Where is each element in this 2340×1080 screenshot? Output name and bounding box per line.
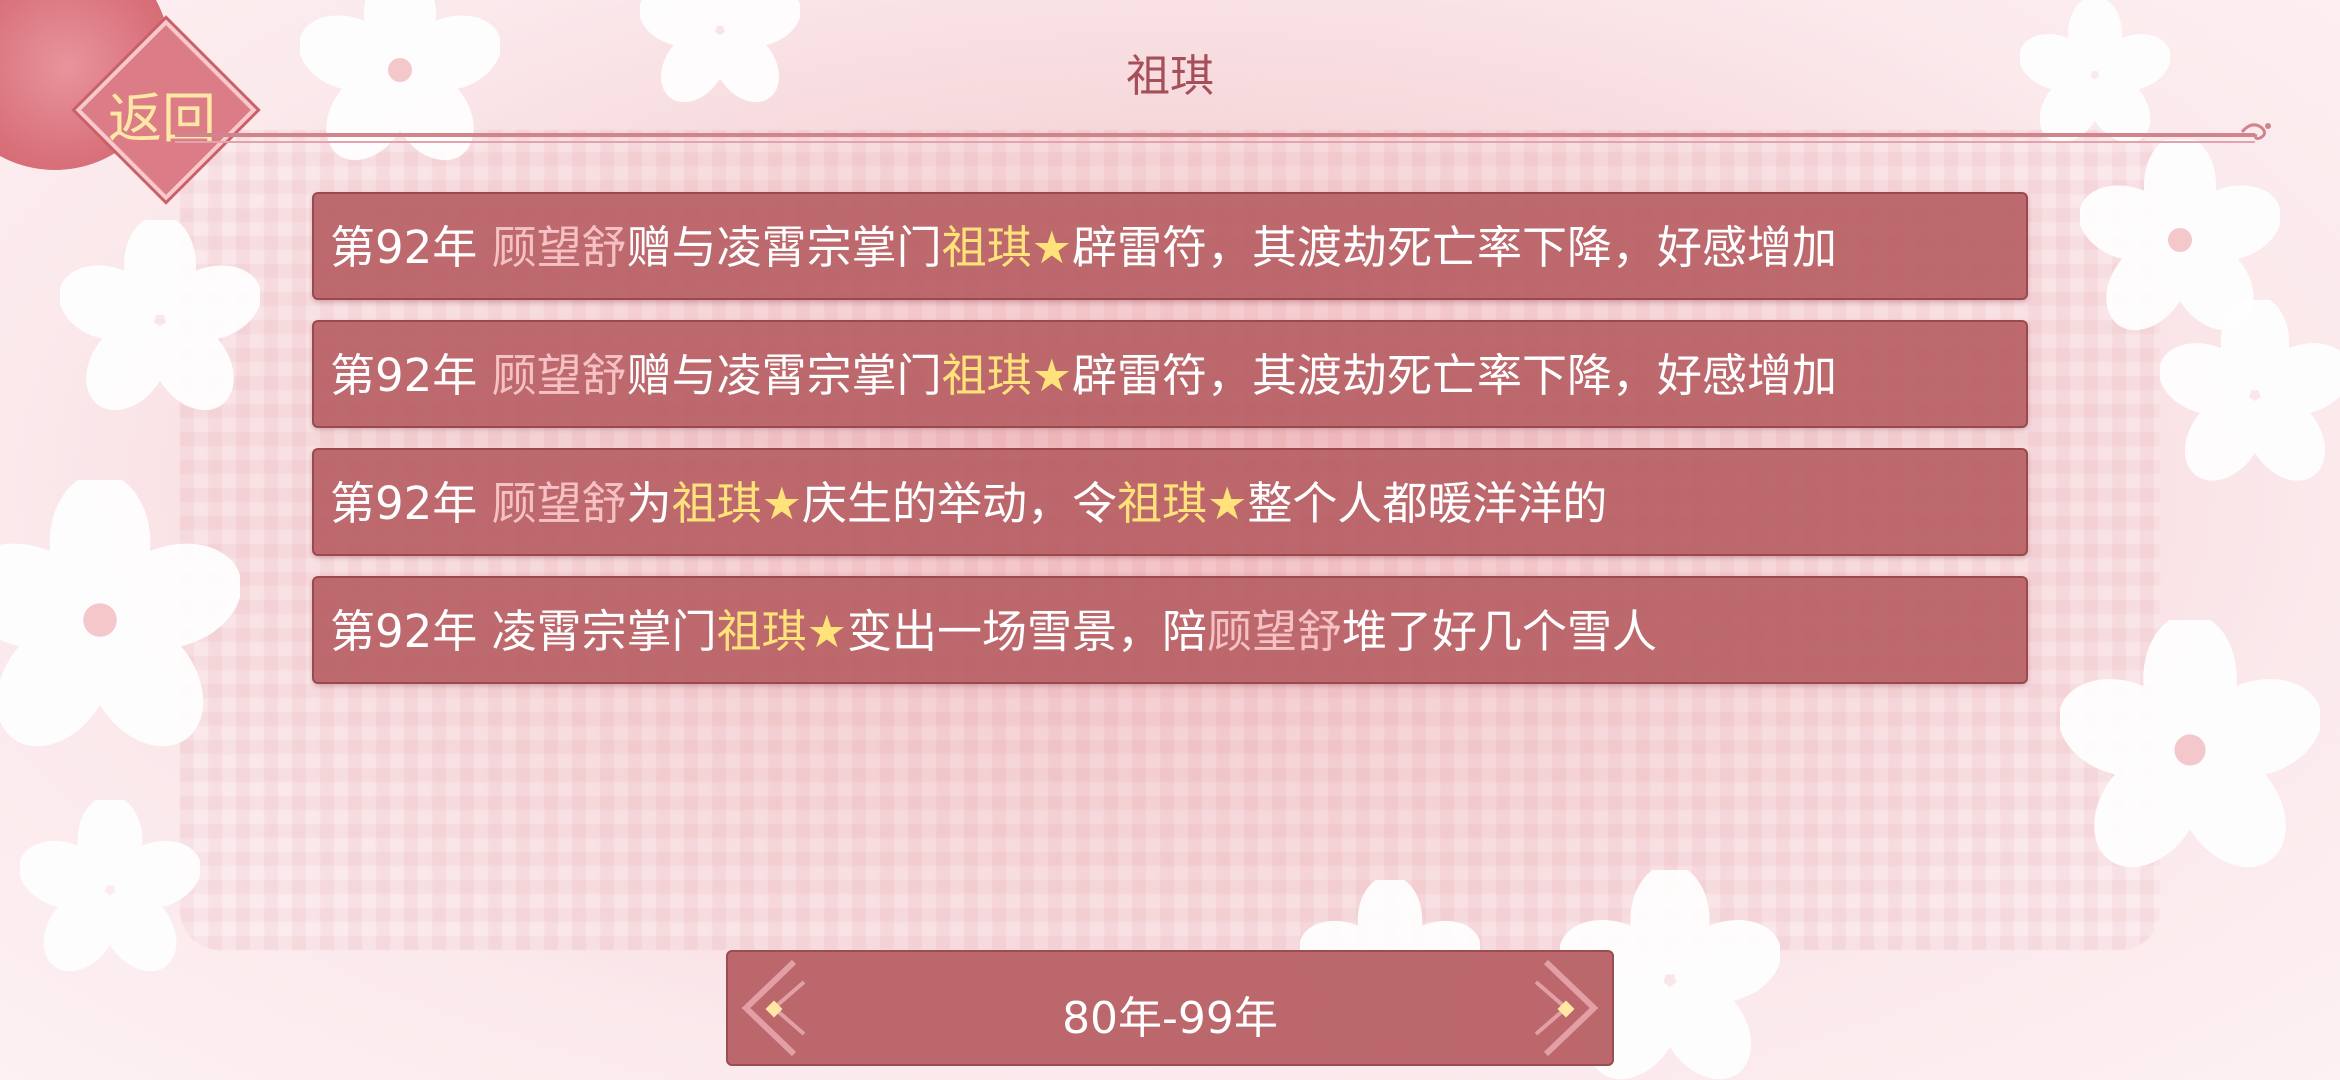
event-text: 庆生的举动，令 [801,477,1117,530]
event-text: 整个人都暖洋洋的 [1247,477,1608,530]
highlight-name: 祖琪 [671,477,762,530]
star-icon: ★ [1031,349,1072,402]
star-icon: ★ [806,605,847,658]
highlight-name: 祖琪 [941,221,1032,274]
divider-swirl-icon [2240,123,2271,140]
event-text: 堆了好几个雪人 [1341,605,1657,658]
highlight-name: 祖琪 [716,605,807,658]
title-divider-secondary [175,141,2255,143]
event-entry: 第92年 顾望舒赠与凌霄宗掌门祖琪★辟雷符，其渡劫死亡率下降，好感增加 [312,320,2028,428]
event-entry: 第92年 顾望舒为祖琪★庆生的举动，令祖琪★整个人都暖洋洋的 [312,448,2028,556]
event-text: 赠与凌霄宗掌门 [626,221,942,274]
blossom-decoration [0,480,240,747]
title-divider [175,133,2255,137]
star-icon: ★ [1031,221,1072,274]
character-name: 顾望舒 [491,349,627,402]
blossom-decoration [2160,300,2340,481]
character-name: 顾望舒 [491,477,627,530]
event-text: 变出一场雪景，陪 [846,605,1207,658]
event-entry: 第92年 凌霄宗掌门祖琪★变出一场雪景，陪顾望舒堆了好几个雪人 [312,576,2028,684]
next-period-arrow-icon[interactable] [1516,952,1606,1064]
character-name: 顾望舒 [491,221,627,274]
event-text: 第92年 [330,477,492,530]
period-range-label: 80年-99年 [1062,993,1278,1044]
period-selector[interactable]: 80年-99年 [726,950,1614,1066]
event-text: 第92年 凌霄宗掌门 [330,605,717,658]
blossom-decoration [60,220,260,411]
event-text: 赠与凌霄宗掌门 [626,349,942,402]
highlight-name: 祖琪 [1116,477,1207,530]
event-log-list[interactable]: 第92年 顾望舒赠与凌霄宗掌门祖琪★辟雷符，其渡劫死亡率下降，好感增加 第92年 … [312,192,2028,704]
event-text: 辟雷符，其渡劫死亡率下降，好感增加 [1071,221,1837,274]
event-text: 第92年 [330,221,492,274]
event-entry: 第92年 顾望舒赠与凌霄宗掌门祖琪★辟雷符，其渡劫死亡率下降，好感增加 [312,192,2028,300]
page-title: 祖琪 [1126,51,1214,102]
blossom-decoration [20,800,200,972]
star-icon: ★ [1207,477,1248,530]
event-text: 第92年 [330,349,492,402]
star-icon: ★ [761,477,802,530]
blossom-decoration [2060,620,2320,868]
event-text: 为 [626,477,672,530]
character-name: 顾望舒 [1206,605,1342,658]
event-text: 辟雷符，其渡劫死亡率下降，好感增加 [1071,349,1837,402]
highlight-name: 祖琪 [941,349,1032,402]
